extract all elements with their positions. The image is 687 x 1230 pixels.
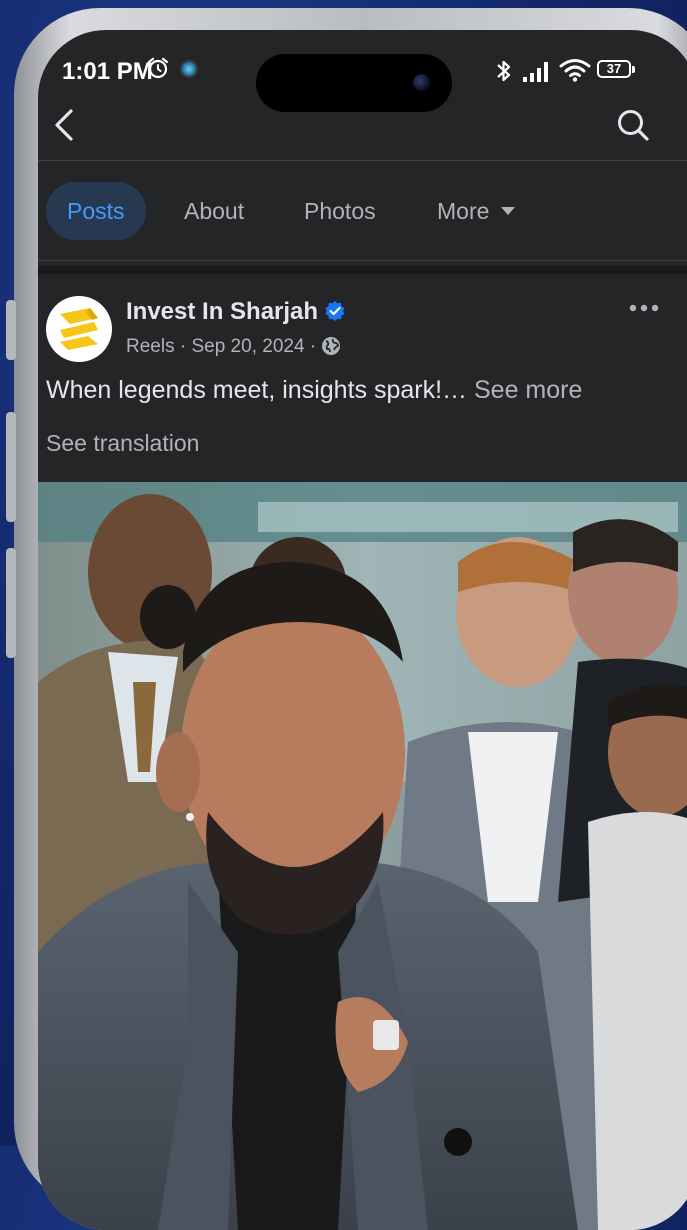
profile-tabs: Posts About Photos More xyxy=(46,182,686,240)
invest-in-sharjah-logo-icon xyxy=(60,308,98,350)
notification-app-icon xyxy=(180,60,198,78)
alarm-icon xyxy=(147,57,169,79)
see-translation-link[interactable]: See translation xyxy=(46,430,199,457)
phone-volume-down-button xyxy=(6,548,16,658)
chevron-down-icon xyxy=(501,206,516,215)
phone-volume-up-button xyxy=(6,412,16,522)
see-more-link[interactable]: See more xyxy=(474,376,582,404)
back-arrow-icon[interactable] xyxy=(52,108,78,142)
reel-video-frame xyxy=(38,482,687,1230)
phone-screen: 1:01 PM 37 Posts About Photos More Inves… xyxy=(38,30,687,1230)
page-avatar[interactable] xyxy=(46,296,112,362)
tab-more[interactable]: More xyxy=(437,182,516,240)
meta-separator: · xyxy=(309,336,322,357)
globe-icon xyxy=(322,337,341,355)
front-camera xyxy=(413,74,430,91)
post-caption: When legends meet, insights spark!… See … xyxy=(46,376,582,405)
reel-video[interactable] xyxy=(38,482,687,1230)
more-options-icon[interactable] xyxy=(628,296,660,320)
post-date[interactable]: Sep 20, 2024 xyxy=(191,336,304,357)
header-divider xyxy=(38,160,687,161)
tab-about[interactable]: About xyxy=(184,182,244,240)
status-indicators: 37 xyxy=(493,58,643,86)
page-name-text: Invest In Sharjah xyxy=(126,298,319,325)
battery-indicator: 37 xyxy=(597,60,635,78)
phone-action-button xyxy=(6,300,16,360)
bluetooth-icon xyxy=(497,60,511,82)
tabs-divider xyxy=(38,260,687,261)
tab-more-label: More xyxy=(437,198,490,224)
status-time: 1:01 PM xyxy=(62,58,153,85)
post-type: Reels xyxy=(126,336,175,357)
post-caption-text: When legends meet, insights spark!… xyxy=(46,376,468,404)
page-name[interactable]: Invest In Sharjah xyxy=(126,298,346,326)
verified-badge-icon xyxy=(325,301,345,321)
signal-icon xyxy=(523,62,548,82)
tab-photos[interactable]: Photos xyxy=(304,182,376,240)
search-icon[interactable] xyxy=(616,108,650,142)
wifi-icon xyxy=(559,59,591,82)
meta-separator: · xyxy=(179,336,192,357)
dynamic-island xyxy=(256,54,452,112)
tab-posts[interactable]: Posts xyxy=(46,182,146,240)
post-meta: Reels · Sep 20, 2024 · xyxy=(126,336,341,358)
section-separator xyxy=(38,266,687,274)
